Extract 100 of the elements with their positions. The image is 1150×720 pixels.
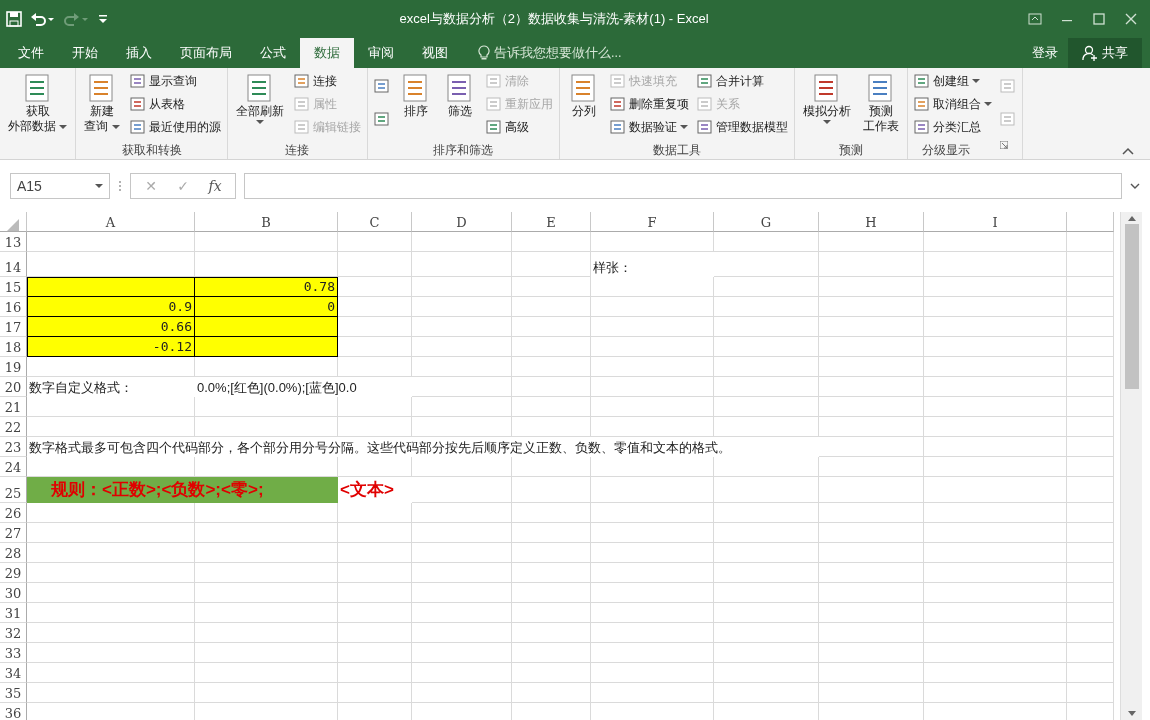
empty-cell[interactable]: [1067, 643, 1114, 663]
dialog-launcher-icon[interactable]: [999, 141, 1008, 149]
undo-icon[interactable]: [30, 11, 56, 27]
empty-cell[interactable]: [512, 357, 591, 377]
scroll-down-icon[interactable]: [1126, 710, 1137, 718]
ribbon-tab[interactable]: 页面布局: [166, 38, 246, 68]
column-header[interactable]: D: [412, 212, 512, 232]
ribbon-command[interactable]: 分列: [563, 70, 604, 121]
empty-cell[interactable]: [591, 377, 714, 397]
empty-cell[interactable]: [819, 357, 924, 377]
ribbon-command[interactable]: 显示查询: [127, 70, 223, 92]
formula-input[interactable]: [244, 173, 1122, 199]
empty-cell[interactable]: [412, 503, 512, 523]
empty-cell[interactable]: [412, 397, 512, 417]
empty-cell[interactable]: [195, 397, 338, 417]
empty-cell[interactable]: [591, 663, 714, 683]
empty-cell[interactable]: [412, 543, 512, 563]
row-header[interactable]: 23: [0, 437, 27, 457]
empty-cell[interactable]: [338, 523, 412, 543]
empty-cell[interactable]: [195, 663, 338, 683]
empty-cell[interactable]: [819, 563, 924, 583]
empty-cell[interactable]: [924, 457, 1067, 477]
empty-cell[interactable]: [591, 603, 714, 623]
row-header[interactable]: 26: [0, 503, 27, 523]
empty-cell[interactable]: [195, 603, 338, 623]
empty-cell[interactable]: [819, 643, 924, 663]
highlighted-cell[interactable]: [27, 277, 195, 297]
empty-cell[interactable]: [512, 583, 591, 603]
ribbon-command[interactable]: 预测 工作表: [858, 70, 903, 136]
empty-cell[interactable]: [1067, 583, 1114, 603]
empty-cell[interactable]: [714, 317, 819, 337]
empty-cell[interactable]: [714, 683, 819, 703]
ribbon-tab[interactable]: 审阅: [354, 38, 408, 68]
row-header[interactable]: 27: [0, 523, 27, 543]
highlighted-cell[interactable]: 0: [195, 297, 338, 317]
insert-function-button[interactable]: fx: [201, 175, 229, 197]
empty-cell[interactable]: [819, 337, 924, 357]
empty-cell[interactable]: [924, 252, 1067, 277]
empty-cell[interactable]: [819, 583, 924, 603]
empty-cell[interactable]: [819, 317, 924, 337]
empty-cell[interactable]: [195, 232, 338, 252]
empty-cell[interactable]: [714, 603, 819, 623]
ribbon-command[interactable]: 分类汇总: [911, 116, 994, 138]
empty-cell[interactable]: [591, 457, 714, 477]
row-header[interactable]: 13: [0, 232, 27, 252]
column-header[interactable]: [1067, 212, 1114, 232]
empty-cell[interactable]: [412, 457, 512, 477]
empty-cell[interactable]: [1067, 477, 1114, 503]
empty-cell[interactable]: [924, 337, 1067, 357]
ribbon-command[interactable]: 数据验证: [607, 116, 691, 138]
empty-cell[interactable]: [1067, 563, 1114, 583]
row-header[interactable]: 31: [0, 603, 27, 623]
empty-cell[interactable]: [591, 523, 714, 543]
highlighted-cell[interactable]: 0.66: [27, 317, 195, 337]
empty-cell[interactable]: [412, 252, 512, 277]
command-icon[interactable]: [373, 78, 390, 94]
empty-cell[interactable]: [512, 643, 591, 663]
customize-toolbar-icon[interactable]: [98, 13, 108, 25]
highlighted-cell[interactable]: 0.9: [27, 297, 195, 317]
empty-cell[interactable]: [924, 297, 1067, 317]
empty-cell[interactable]: [819, 457, 924, 477]
ribbon-command[interactable]: 最近使用的源: [127, 116, 223, 138]
empty-cell[interactable]: [1067, 252, 1114, 277]
empty-cell[interactable]: [924, 643, 1067, 663]
empty-cell[interactable]: [924, 277, 1067, 297]
empty-cell[interactable]: [714, 232, 819, 252]
empty-cell[interactable]: [338, 623, 412, 643]
empty-cell[interactable]: [924, 603, 1067, 623]
empty-cell[interactable]: [1067, 377, 1114, 397]
empty-cell[interactable]: [714, 277, 819, 297]
empty-cell[interactable]: [1067, 543, 1114, 563]
empty-cell[interactable]: [195, 523, 338, 543]
highlighted-cell[interactable]: [195, 337, 338, 357]
empty-cell[interactable]: [819, 623, 924, 643]
empty-cell[interactable]: [512, 503, 591, 523]
row-header[interactable]: 29: [0, 563, 27, 583]
ribbon-tab[interactable]: 插入: [112, 38, 166, 68]
empty-cell[interactable]: [924, 437, 1067, 457]
empty-cell[interactable]: [1067, 357, 1114, 377]
empty-cell[interactable]: [924, 683, 1067, 703]
column-header[interactable]: G: [714, 212, 819, 232]
empty-cell[interactable]: [412, 603, 512, 623]
empty-cell[interactable]: [512, 663, 591, 683]
ribbon-tab[interactable]: 视图: [408, 38, 462, 68]
row-header[interactable]: 24: [0, 457, 27, 477]
empty-cell[interactable]: [819, 523, 924, 543]
empty-cell[interactable]: [512, 397, 591, 417]
empty-cell[interactable]: [412, 357, 512, 377]
empty-cell[interactable]: [1067, 232, 1114, 252]
empty-cell[interactable]: [819, 277, 924, 297]
empty-cell[interactable]: [338, 663, 412, 683]
row-header[interactable]: 34: [0, 663, 27, 683]
empty-cell[interactable]: [924, 377, 1067, 397]
empty-cell[interactable]: [412, 643, 512, 663]
tell-me-search[interactable]: 告诉我您想要做什么...: [472, 38, 628, 68]
empty-cell[interactable]: [924, 583, 1067, 603]
empty-cell[interactable]: [714, 297, 819, 317]
ribbon-command[interactable]: 取消组合: [911, 93, 994, 115]
empty-cell[interactable]: [924, 397, 1067, 417]
empty-cell[interactable]: [1067, 603, 1114, 623]
